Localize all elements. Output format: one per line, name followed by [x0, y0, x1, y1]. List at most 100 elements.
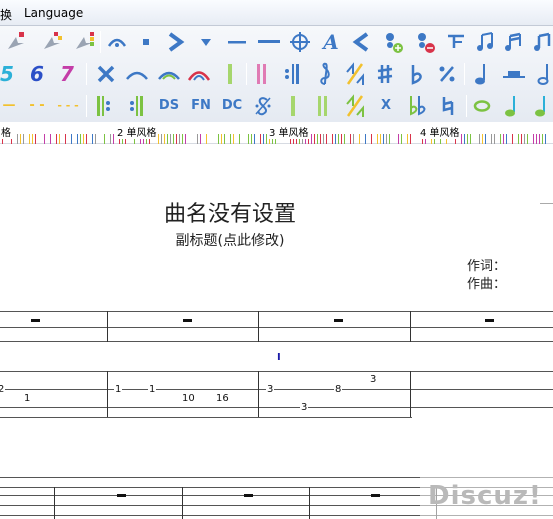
ruler-tick	[545, 134, 546, 144]
ruler-tick	[365, 134, 366, 144]
dc-button[interactable]: DC	[218, 93, 246, 119]
double-flat-icon[interactable]	[404, 93, 430, 119]
rest-mark[interactable]	[31, 319, 40, 322]
fermata-icon[interactable]	[104, 29, 130, 55]
tab-fret[interactable]: 1	[148, 385, 157, 395]
ruler-tick	[20, 134, 21, 144]
tab-fret[interactable]: 1	[23, 394, 32, 404]
rest-mark[interactable]	[244, 494, 253, 497]
cursor-red-dot-icon[interactable]	[0, 29, 30, 55]
ruler-label-1: 格	[0, 124, 12, 139]
score-subtitle[interactable]: 副标题(点此修改)	[0, 230, 460, 250]
slur-icon[interactable]	[124, 61, 150, 87]
remove-note-icon[interactable]	[410, 29, 440, 55]
staccato-dot-icon[interactable]	[134, 29, 158, 55]
repeat-sign-icon[interactable]	[280, 61, 306, 87]
barline-green-2-icon[interactable]	[284, 93, 302, 119]
green-eighth-note-icon[interactable]	[530, 93, 553, 119]
ruler-tick	[539, 134, 540, 144]
ruler-tick	[341, 134, 342, 144]
ruler-label-4: 4 单风格	[419, 124, 461, 139]
slur-red-icon[interactable]	[186, 61, 212, 87]
fn-button[interactable]: FN	[188, 93, 214, 119]
quarter-note-icon[interactable]	[470, 61, 494, 87]
dash-one-button[interactable]: —	[0, 93, 18, 119]
ruler-tick	[317, 134, 318, 144]
eighth-notes-icon[interactable]	[474, 29, 500, 55]
accent-chevron-icon[interactable]	[164, 29, 188, 55]
cursor-rgb-dots-icon[interactable]	[70, 29, 100, 55]
ruler-tick	[170, 134, 171, 144]
tab-fret[interactable]: 8	[334, 385, 343, 395]
text-a-icon[interactable]: A	[318, 29, 344, 55]
cursor-color-dots-icon[interactable]	[36, 29, 66, 55]
ruler-tick	[95, 134, 96, 144]
number-6-button[interactable]: 6	[26, 61, 48, 87]
ruler-tick	[176, 134, 177, 144]
tab-fret[interactable]: 16	[215, 394, 230, 404]
composer-label[interactable]: 作曲：	[467, 273, 506, 292]
double-barline-pink-icon[interactable]	[250, 61, 274, 87]
tenuto-line-icon[interactable]	[224, 29, 250, 55]
treble-clef-icon[interactable]	[312, 61, 338, 87]
score-title[interactable]: 曲名没有设置	[0, 196, 460, 228]
half-note-icon[interactable]	[532, 61, 553, 87]
whole-note-icon[interactable]	[470, 93, 494, 119]
marcato-triangle-icon[interactable]	[194, 29, 218, 55]
decrescendo-icon[interactable]	[348, 29, 374, 55]
dash-three-button[interactable]: - - -	[54, 93, 82, 119]
tab-fret[interactable]: 10	[181, 394, 196, 404]
segno-icon[interactable]	[250, 93, 276, 119]
flat-icon[interactable]	[404, 61, 430, 87]
percent-icon[interactable]	[434, 61, 460, 87]
tie-green-icon[interactable]	[156, 61, 182, 87]
half-rest-icon[interactable]	[500, 61, 528, 87]
rest-mark[interactable]	[183, 319, 192, 322]
x-button[interactable]: X	[374, 93, 398, 119]
start-repeat-icon[interactable]	[92, 93, 116, 119]
crosshair-icon[interactable]	[286, 29, 314, 55]
rest-mark[interactable]	[371, 494, 380, 497]
ruler-tick	[326, 134, 327, 144]
ruler-tick	[71, 134, 72, 144]
number-7-button[interactable]: 7	[56, 61, 78, 87]
double-barline-green-icon[interactable]	[310, 93, 336, 119]
time-signature-2-icon[interactable]	[342, 93, 368, 119]
long-line-icon[interactable]	[254, 29, 284, 55]
green-quarter-note-icon[interactable]	[500, 93, 524, 119]
lyricist-label[interactable]: 作词：	[467, 255, 506, 274]
ruler-tick	[500, 134, 501, 144]
ruler-tick	[29, 134, 30, 144]
menu-item-language[interactable]: Language	[24, 6, 83, 20]
beamed-notes-icon[interactable]	[502, 29, 528, 55]
tab-fret[interactable]: 3	[369, 375, 378, 385]
delete-x-icon[interactable]	[92, 61, 120, 87]
ruler-tick	[221, 134, 222, 144]
natural-icon[interactable]	[436, 93, 460, 119]
rest-mark[interactable]	[485, 319, 494, 322]
tab-fret[interactable]: 1	[114, 385, 123, 395]
menu-item-switch[interactable]: 换	[0, 6, 12, 23]
ruler-tick	[167, 134, 168, 144]
sixteenth-notes-icon[interactable]	[532, 29, 553, 55]
add-note-icon[interactable]	[378, 29, 408, 55]
ruler-tick	[77, 134, 78, 144]
ds-button[interactable]: DS	[156, 93, 182, 119]
ruler-tick	[92, 134, 93, 144]
number-5-button[interactable]: 5	[0, 61, 14, 87]
end-repeat-icon[interactable]	[124, 93, 148, 119]
score-page[interactable]: 曲名没有设置 副标题(点此修改) 作词： 作曲： I 2 1 1 1 10 16…	[0, 145, 553, 519]
measure-ruler[interactable]: 格 2 单风格 3 单风格 4 单风格	[0, 122, 553, 144]
sharp-icon[interactable]	[372, 61, 398, 87]
tie-bracket-icon[interactable]	[442, 29, 470, 55]
dash-two-button[interactable]: - -	[24, 93, 50, 119]
tab-fret[interactable]: 3	[266, 385, 275, 395]
time-signature-icon[interactable]	[342, 61, 368, 87]
tab-fret[interactable]: 3	[300, 403, 309, 413]
tab-fret[interactable]: 2	[0, 385, 6, 395]
rest-mark[interactable]	[334, 319, 343, 322]
ruler-tick	[17, 134, 18, 144]
ruler-tick	[506, 134, 507, 144]
barline-green-icon[interactable]	[220, 61, 240, 87]
rest-mark[interactable]	[117, 494, 126, 497]
